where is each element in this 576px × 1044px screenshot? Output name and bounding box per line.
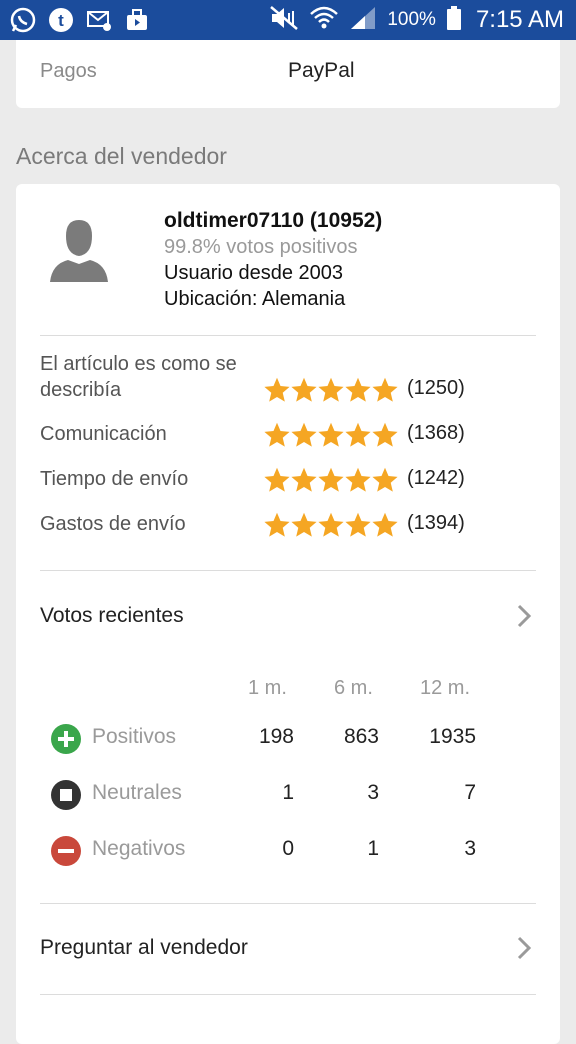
seller-name[interactable]: oldtimer07110 (10952) [164,208,382,234]
rating-count: (1250) [407,377,465,399]
status-bar: t 100% 7:15 AM [0,0,576,40]
rating-label: El artículo es como se describía [40,353,237,401]
star-icon [264,467,290,492]
star-icon [345,467,371,492]
divider [40,903,536,904]
star-icon [345,377,371,402]
rating-count: (1394) [407,512,465,534]
rating-label: Tiempo de envío [40,468,189,490]
recent-votes-link[interactable]: Votos recientes [40,596,536,636]
star-icon [372,512,398,537]
rating-label: Comunicación [40,423,167,445]
whatsapp-icon [8,5,38,35]
star-icon [318,512,344,537]
rating-row: Gastos de envío (1394) [40,511,540,541]
minus-circle-icon [51,836,81,866]
feedback-label: Neutrales [92,781,182,804]
star-icon [318,377,344,402]
chevron-right-icon [517,936,532,960]
star-icon [291,512,317,537]
feedback-value: 7 [464,781,476,804]
star-icon [264,377,290,402]
plus-circle-icon [51,724,81,754]
signal-icon [349,5,377,36]
clock: 7:15 AM [475,6,564,33]
battery-percent: 100% [387,9,436,30]
feedback-value: 1935 [429,725,476,748]
column-header: 12 m. [420,677,471,699]
feedback-row: Positivos 198 863 1935 [50,721,530,757]
ask-seller-label: Preguntar al vendedor [40,936,248,959]
star-icon [372,377,398,402]
payment-value: PayPal [288,59,355,82]
rating-row: El artículo es como se describía (1250) [40,351,540,407]
star-icon [291,422,317,447]
rating-count: (1368) [407,422,465,444]
feedback-value: 198 [258,725,294,748]
divider [40,994,536,995]
briefcase-icon [122,5,152,35]
ask-seller-link[interactable]: Preguntar al vendedor [40,928,536,968]
star-icon [345,512,371,537]
email-icon [84,5,114,35]
star-icon [264,422,290,447]
star-icon [291,377,317,402]
feedback-value: 1 [282,781,294,804]
star-icon [264,512,290,537]
mute-icon [269,5,299,36]
divider [40,570,536,571]
star-icon [318,467,344,492]
payment-card: Pagos PayPal [16,40,560,108]
feedback-label: Negativos [92,837,186,860]
rating-stars [263,466,398,494]
divider [40,335,536,336]
tumblr-icon: t [46,5,76,35]
wifi-icon [309,5,339,36]
section-title: Acerca del vendedor [16,143,227,169]
rating-row: Tiempo de envío (1242) [40,466,540,496]
avatar[interactable] [46,218,112,284]
seller-location: Ubicación: Alemania [164,288,346,310]
payment-label: Pagos [40,60,97,82]
rating-stars [263,376,398,404]
rating-label: Gastos de envío [40,513,186,535]
star-icon [372,467,398,492]
feedback-label: Positivos [92,725,177,748]
feedback-value: 863 [343,725,379,748]
battery-icon [446,5,462,36]
column-header: 1 m. [248,677,287,699]
chevron-right-icon [517,604,532,628]
rating-stars [263,421,398,449]
rating-count: (1242) [407,467,465,489]
column-header: 6 m. [334,677,373,699]
feedback-value: 3 [367,781,379,804]
stop-circle-icon [51,780,81,810]
star-icon [291,467,317,492]
feedback-value: 0 [282,837,294,860]
star-icon [318,422,344,447]
star-icon [345,422,371,447]
feedback-value: 1 [367,837,379,860]
feedback-value: 3 [464,837,476,860]
rating-row: Comunicación (1368) [40,421,540,451]
rating-stars [263,511,398,539]
seller-info: oldtimer07110 (10952) 99.8% votos positi… [164,208,382,312]
star-icon [372,422,398,447]
recent-votes-title: Votos recientes [40,604,184,627]
feedback-row: Negativos 0 1 3 [50,833,530,869]
seller-positive: 99.8% votos positivos [164,236,358,258]
feedback-row: Neutrales 1 3 7 [50,777,530,813]
person-icon [50,220,108,282]
svg-text:t: t [58,11,64,30]
seller-since: Usuario desde 2003 [164,262,344,284]
seller-card: oldtimer07110 (10952) 99.8% votos positi… [16,184,560,1044]
